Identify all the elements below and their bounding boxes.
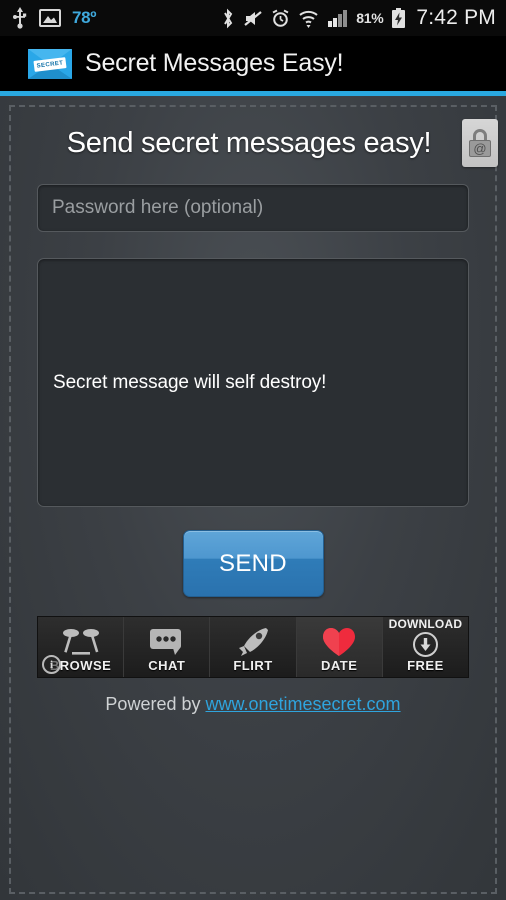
secret-stamp-label: SECRET: [36, 59, 64, 69]
ad-cell-download[interactable]: DOWNLOAD FREE: [382, 616, 468, 677]
powered-by-footer: Powered by www.onetimesecret.com: [37, 694, 469, 715]
alarm-clock-icon: [271, 9, 290, 28]
send-button[interactable]: SEND: [182, 530, 324, 597]
ad-label-date: DATE: [320, 658, 358, 673]
heart-icon: [322, 625, 356, 658]
cocktail-glasses-icon: [59, 625, 103, 658]
padlock-shape: @: [469, 129, 491, 157]
mute-vibrate-icon: [243, 9, 263, 28]
onetimesecret-link[interactable]: www.onetimesecret.com: [205, 694, 400, 714]
clock-label: 7:42 PM: [416, 6, 496, 29]
usb-icon: [12, 7, 28, 29]
secret-envelope-icon: SECRET: [28, 48, 72, 79]
app-title: Secret Messages Easy!: [85, 49, 344, 77]
password-input[interactable]: [37, 184, 469, 232]
ad-cell-date[interactable]: DATE: [296, 617, 383, 677]
download-arrow-icon: [412, 632, 438, 657]
temperature-label: 78º: [72, 8, 97, 27]
padlock-at-icon[interactable]: @: [462, 119, 498, 167]
ad-banner[interactable]: BROWSE i CHAT FLIRT DATE DOWNLOAD FREE: [37, 616, 469, 678]
headline-row: Send secret messages easy! @: [37, 105, 498, 181]
status-bar-right: 81% 7:42 PM: [221, 6, 496, 30]
padlock-at-symbol: @: [469, 140, 491, 157]
secret-message-input[interactable]: Secret message will self destroy!: [37, 258, 469, 507]
app-screen: 78º 81% 7:42 PM SECRET Secret Messages E…: [0, 0, 506, 900]
send-button-row: SEND: [37, 530, 469, 597]
ad-label-download: DOWNLOAD: [388, 616, 463, 631]
powered-by-label: Powered by: [105, 694, 206, 714]
gallery-image-icon: [39, 9, 61, 27]
ad-info-icon[interactable]: i: [42, 655, 61, 674]
status-bar: 78º 81% 7:42 PM: [0, 0, 506, 36]
battery-charging-icon: [391, 7, 406, 29]
bluetooth-icon: [221, 8, 235, 29]
ad-cell-chat[interactable]: CHAT: [124, 617, 211, 677]
ad-cell-flirt[interactable]: FLIRT: [210, 617, 297, 677]
wifi-icon: [298, 9, 319, 28]
ad-label-chat: CHAT: [148, 658, 186, 673]
status-bar-left: 78º: [12, 7, 221, 29]
ad-cell-browse[interactable]: BROWSE i: [38, 617, 125, 677]
battery-percent-label: 81%: [356, 10, 384, 26]
app-title-bar: SECRET Secret Messages Easy!: [0, 36, 506, 91]
rocket-icon: [235, 625, 271, 658]
ad-label-free: FREE: [407, 658, 444, 673]
content-panel: Send secret messages easy! @ Secret mess…: [0, 96, 506, 900]
ad-label-flirt: FLIRT: [233, 658, 273, 673]
page-title: Send secret messages easy!: [66, 126, 432, 159]
secret-message-text: Secret message will self destroy!: [53, 371, 327, 393]
cellular-signal-icon: [327, 9, 348, 27]
speech-bubble-icon: [149, 625, 185, 658]
form-area: Send secret messages easy! @ Secret mess…: [9, 105, 498, 715]
